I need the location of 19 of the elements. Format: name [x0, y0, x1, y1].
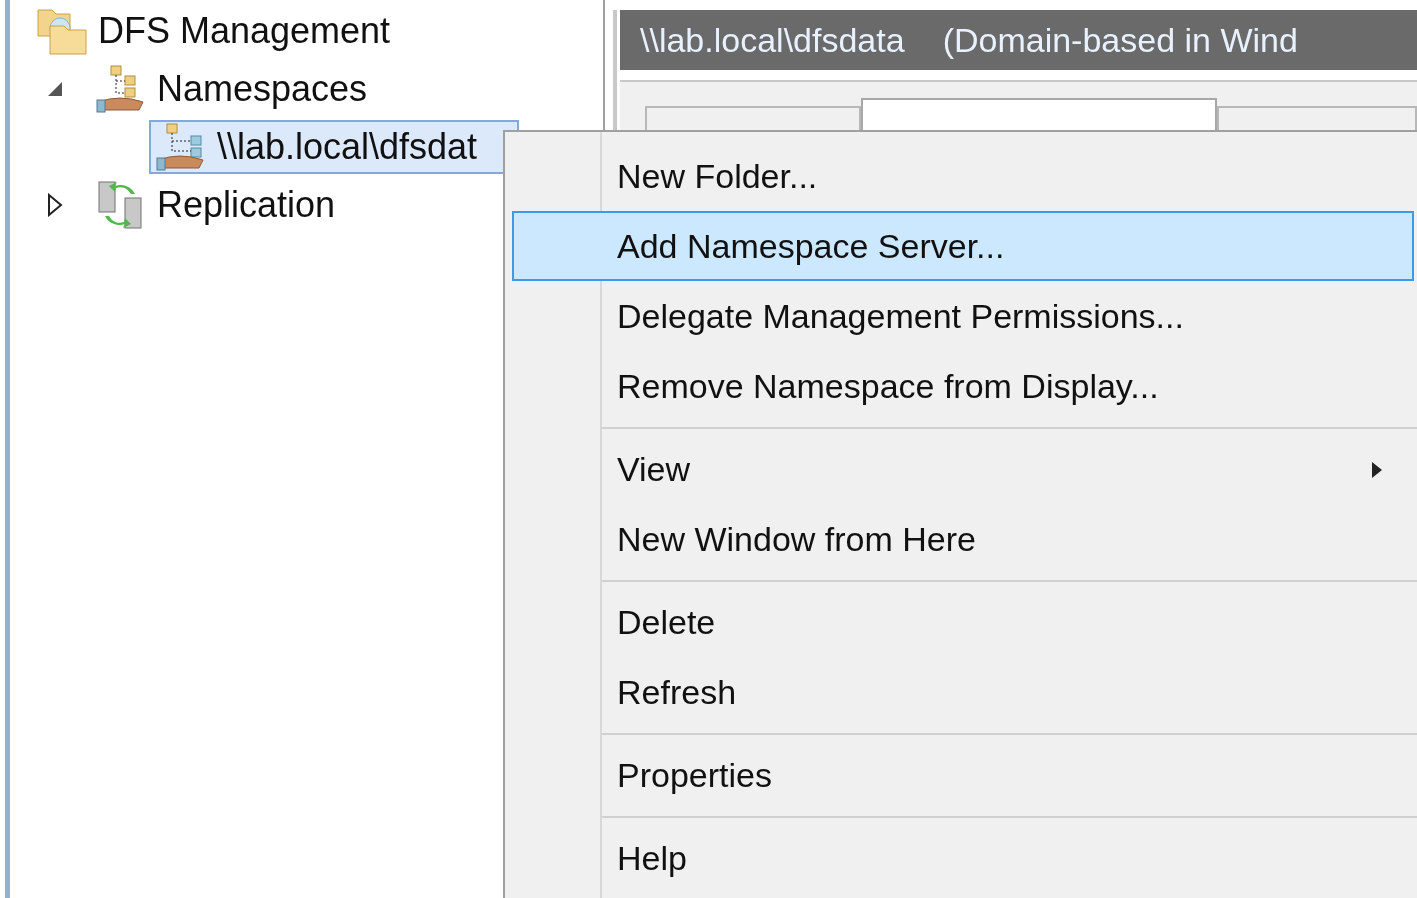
tree-item[interactable]: Replication — [88, 178, 378, 232]
menu-item[interactable]: Properties — [512, 740, 1414, 810]
folders-icon — [35, 6, 88, 56]
menu-item[interactable]: Delegate Management Permissions... — [512, 281, 1414, 351]
menu-item[interactable]: New Window from Here — [512, 504, 1414, 574]
tree-item[interactable]: Namespaces — [88, 62, 409, 116]
menu-item[interactable]: Help — [512, 823, 1414, 893]
submenu-arrow-icon — [1371, 461, 1383, 479]
tree-item[interactable]: \\lab.local\dfsdat — [148, 120, 520, 174]
menu-item[interactable]: Remove Namespace from Display... — [512, 351, 1414, 421]
menu-item[interactable]: Delete — [512, 587, 1414, 657]
menu-item[interactable]: Add Namespace Server... — [512, 211, 1414, 281]
menu-item[interactable]: View — [512, 434, 1414, 504]
namespace-icon — [154, 122, 207, 172]
namespace-type: (Domain-based in Wind — [942, 19, 1298, 61]
namespace-icon — [94, 64, 147, 114]
tree-item[interactable]: DFS Management — [29, 4, 433, 58]
menu-item[interactable]: Refresh — [512, 657, 1414, 727]
namespace-title: \\lab.local\dfsdata — [640, 19, 905, 61]
